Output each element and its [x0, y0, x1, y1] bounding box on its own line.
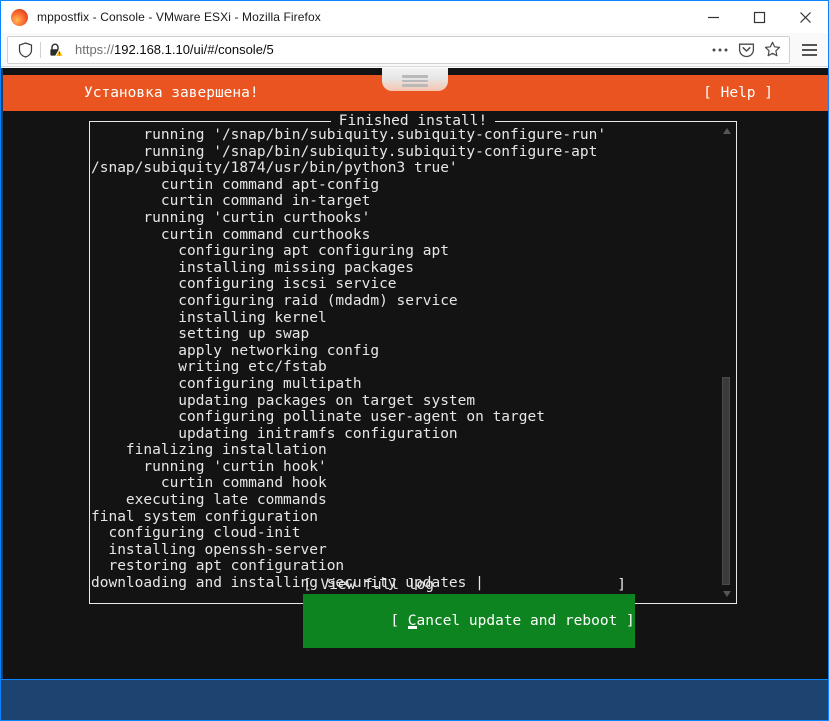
close-button[interactable]	[782, 1, 828, 34]
box-title-rule-right	[495, 120, 730, 122]
log-scrollbar[interactable]	[721, 126, 733, 599]
hamburger-icon[interactable]	[792, 35, 826, 65]
log-line: installing kernel	[91, 309, 327, 326]
maximize-button[interactable]	[736, 1, 782, 34]
window-titlebar: mppostfix - Console - VMware ESXi - Mozi…	[1, 0, 828, 33]
button-label-rest: ancel update and reboot ]	[416, 613, 635, 629]
url-bar[interactable]: https://192.168.1.10/ui/#/console/5	[7, 35, 790, 64]
log-line: final system configuration	[91, 508, 318, 525]
fullscreen-pulldown-handle[interactable]	[381, 68, 448, 91]
log-line: configuring cloud-init	[91, 525, 301, 542]
log-line: configuring pollinate user-agent on targ…	[91, 409, 545, 426]
firefox-logo-icon	[11, 8, 28, 26]
minimize-button[interactable]	[690, 1, 736, 34]
star-icon[interactable]	[759, 37, 785, 63]
install-log-box-title: Finished install!	[90, 113, 736, 129]
log-line: apply networking config	[91, 342, 380, 359]
triangle-down-icon[interactable]	[723, 591, 731, 597]
log-line: running 'curtin curthooks'	[91, 209, 371, 226]
urlbar-right-actions	[707, 37, 785, 63]
log-line: configuring raid (mdadm) service	[91, 292, 458, 309]
log-line: configuring multipath	[91, 375, 362, 392]
box-title-rule-left	[96, 120, 331, 122]
browser-navigation-bar: https://192.168.1.10/ui/#/console/5	[1, 33, 828, 67]
url-host-path: 192.168.1.10/ui/#/console/5	[114, 42, 274, 57]
scrollbar-thumb[interactable]	[722, 376, 730, 585]
log-line: configuring iscsi service	[91, 276, 397, 293]
log-line: installing openssh-server	[91, 541, 327, 558]
window-title: mppostfix - Console - VMware ESXi - Mozi…	[37, 10, 321, 24]
log-line: running '/snap/bin/subiquity.subiquity-c…	[91, 143, 598, 160]
button-bracket-prefix: [	[390, 613, 408, 629]
log-line: curtin command apt-config	[91, 176, 380, 193]
log-line: executing late commands	[91, 492, 327, 509]
help-button[interactable]: [ Help ]	[703, 85, 773, 101]
log-line: curtin command curthooks	[91, 226, 371, 243]
log-line: /snap/subiquity/1874/usr/bin/python3 tru…	[91, 160, 458, 177]
urlbar-divider	[40, 41, 41, 58]
box-title-text: Finished install!	[330, 113, 496, 129]
installer-header-title: Установка завершена!	[84, 85, 259, 101]
url-text[interactable]: https://192.168.1.10/ui/#/console/5	[75, 42, 274, 57]
text-cursor: C	[407, 613, 417, 629]
view-full-log-button[interactable]: [ View full log ]	[303, 576, 635, 594]
log-line: updating packages on target system	[91, 392, 476, 409]
log-line: curtin command hook	[91, 475, 327, 492]
log-line: running '/snap/bin/subiquity.subiquity-c…	[91, 127, 607, 143]
shield-icon[interactable]	[12, 37, 38, 63]
log-line: finalizing installation	[91, 442, 327, 459]
log-line: running 'curtin hook'	[91, 458, 327, 475]
install-log-lines: running '/snap/bin/subiquity.subiquity-c…	[91, 127, 718, 601]
window-controls	[690, 1, 828, 34]
esxi-status-bar	[1, 679, 828, 720]
lock-warning-icon[interactable]	[43, 37, 69, 63]
ellipsis-icon[interactable]	[707, 37, 733, 63]
log-line: curtin command in-target	[91, 193, 371, 210]
log-line: configuring apt configuring apt	[91, 243, 449, 260]
install-log-box: Finished install! running '/snap/bin/sub…	[89, 113, 737, 604]
pocket-icon[interactable]	[733, 37, 759, 63]
log-line: restoring apt configuration	[91, 558, 345, 575]
log-line: writing etc/fstab	[91, 359, 327, 376]
esxi-console-viewport: Установка завершена! [ Help ] Finished i…	[1, 68, 828, 720]
log-line: installing missing packages	[91, 259, 415, 276]
log-line: setting up swap	[91, 326, 310, 343]
firefox-window: mppostfix - Console - VMware ESXi - Mozi…	[0, 0, 829, 721]
cancel-update-and-reboot-button[interactable]: [ Cancel update and reboot ]	[303, 594, 635, 648]
log-line: updating initramfs configuration	[91, 425, 458, 442]
installer-body: Finished install! running '/snap/bin/sub…	[3, 111, 828, 668]
url-scheme: https://	[75, 42, 115, 57]
installer-actions: [ View full log ] [ Cancel update and re…	[303, 576, 635, 648]
